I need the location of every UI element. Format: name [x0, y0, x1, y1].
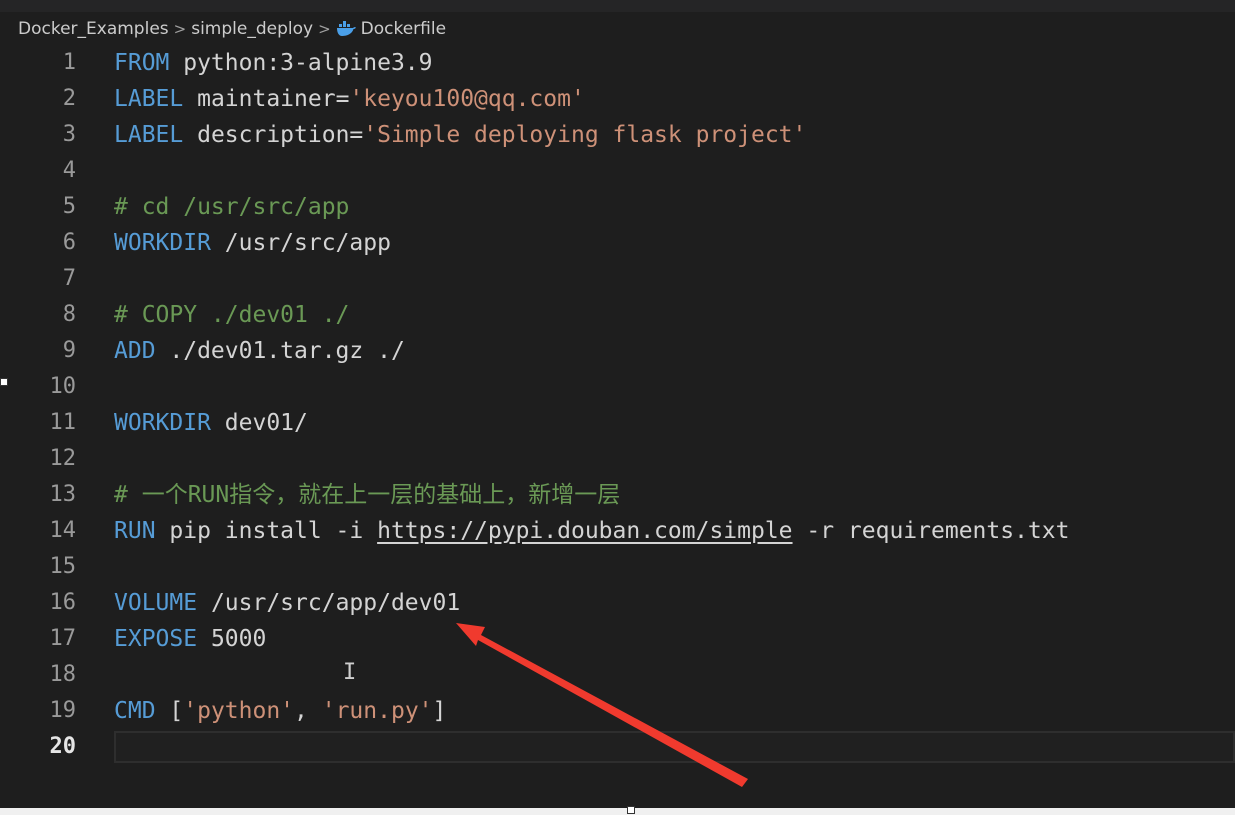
current-line-highlight — [114, 731, 1235, 763]
line-content[interactable]: FROM python:3-alpine3.9 — [114, 45, 433, 81]
line-number: 5 — [62, 194, 76, 219]
text-token: -r requirements.txt — [792, 518, 1070, 544]
breadcrumb-item-folder[interactable]: Docker_Examples — [18, 19, 169, 39]
code-line[interactable]: 14 RUN pip install -i https://pypi.douban… — [0, 513, 1235, 549]
text-token: maintainer= — [183, 86, 350, 112]
line-number: 14 — [49, 518, 77, 543]
code-line[interactable]: 2 LABEL maintainer='keyou100@qq.com' — [0, 81, 1235, 117]
line-number: 12 — [49, 446, 77, 471]
code-line[interactable]: 16 VOLUME /usr/src/app/dev01 — [0, 585, 1235, 621]
text-token: ./dev01.tar.gz ./ — [155, 338, 405, 364]
keyword-token: FROM — [114, 50, 170, 76]
code-line[interactable]: 8 # COPY ./dev01 ./ — [0, 297, 1235, 333]
line-number: 6 — [62, 230, 76, 255]
line-number: 13 — [49, 482, 77, 507]
url-link[interactable]: https://pypi.douban.com/simple — [377, 518, 792, 544]
editor-pane[interactable]: Docker_Examples > simple_deploy > Docker… — [0, 0, 1235, 808]
comment-token: # 一个RUN指令，就在上一层的基础上，新增一层 — [114, 482, 621, 508]
string-token: 'python' — [183, 698, 295, 724]
code-line[interactable]: 10 — [0, 369, 1235, 405]
line-number: 10 — [49, 374, 77, 399]
code-line[interactable]: 20 — [0, 729, 1235, 765]
text-token: dev01/ — [210, 410, 308, 436]
text-token: pip install -i — [155, 518, 378, 544]
line-content[interactable]: # COPY ./dev01 ./ — [114, 297, 349, 333]
breadcrumb-item-file[interactable]: Dockerfile — [361, 19, 446, 39]
line-number: 9 — [62, 338, 76, 363]
tab-bar-strip — [0, 0, 1235, 12]
keyword-token: CMD — [114, 698, 156, 724]
line-content[interactable]: WORKDIR dev01/ — [114, 405, 308, 441]
line-number: 2 — [62, 86, 76, 111]
line-content[interactable]: # cd /usr/src/app — [114, 189, 349, 225]
line-number: 19 — [49, 698, 77, 723]
text-token: 5000 — [197, 626, 267, 652]
line-content[interactable]: LABEL description='Simple deploying flas… — [114, 117, 806, 153]
code-line[interactable]: 15 — [0, 549, 1235, 585]
line-content[interactable]: EXPOSE 5000 — [114, 621, 266, 657]
line-number: 20 — [49, 734, 77, 759]
text-token: /usr/src/app/dev01 — [197, 590, 461, 616]
resize-handle — [0, 378, 8, 386]
string-token: 'Simple deploying flask project' — [363, 122, 807, 148]
code-line[interactable]: 4 — [0, 153, 1235, 189]
line-number: 17 — [49, 626, 77, 651]
text-token: /usr/src/app — [210, 230, 391, 256]
string-token: 'keyou100@qq.com' — [349, 86, 585, 112]
text-token: python:3-alpine3.9 — [169, 50, 433, 76]
line-number: 1 — [62, 50, 76, 75]
code-line[interactable]: 3 LABEL description='Simple deploying fla… — [0, 117, 1235, 153]
line-content[interactable]: ADD ./dev01.tar.gz ./ — [114, 333, 405, 369]
code-area[interactable]: 1 FROM python:3-alpine3.9 2 LABEL maintaine… — [0, 45, 1235, 765]
breadcrumb: Docker_Examples > simple_deploy > Docker… — [18, 17, 446, 41]
line-number: 15 — [49, 554, 77, 579]
text-token: [ — [155, 698, 184, 724]
line-number: 11 — [49, 410, 77, 435]
code-line[interactable]: 1 FROM python:3-alpine3.9 — [0, 45, 1235, 81]
chevron-right-icon: > — [318, 20, 331, 38]
text-token: description= — [183, 122, 364, 148]
keyword-token: RUN — [114, 518, 156, 544]
breadcrumb-item-subfolder[interactable]: simple_deploy — [191, 19, 313, 39]
docker-whale-icon — [336, 21, 356, 37]
keyword-token: ADD — [114, 338, 156, 364]
keyword-token: WORKDIR — [114, 230, 211, 256]
resize-handle — [627, 806, 635, 814]
text-token: , — [294, 698, 322, 724]
line-number: 8 — [62, 302, 76, 327]
keyword-token: WORKDIR — [114, 410, 211, 436]
line-content[interactable]: CMD ['python', 'run.py'] — [114, 693, 446, 729]
code-line[interactable]: 5 # cd /usr/src/app — [0, 189, 1235, 225]
code-line[interactable]: 18 — [0, 657, 1235, 693]
line-number: 3 — [62, 122, 76, 147]
code-line[interactable]: 6 WORKDIR /usr/src/app — [0, 225, 1235, 261]
text-cursor-icon: I — [343, 660, 357, 685]
comment-token: # COPY ./dev01 ./ — [114, 302, 350, 328]
text-token: ] — [432, 698, 447, 724]
chevron-right-icon: > — [173, 20, 187, 38]
line-content[interactable]: VOLUME /usr/src/app/dev01 — [114, 585, 460, 621]
code-line[interactable]: 7 — [0, 261, 1235, 297]
line-number: 7 — [62, 266, 76, 291]
code-line[interactable]: 17 EXPOSE 5000 — [0, 621, 1235, 657]
line-content[interactable]: WORKDIR /usr/src/app — [114, 225, 391, 261]
code-line[interactable]: 13 # 一个RUN指令，就在上一层的基础上，新增一层 — [0, 477, 1235, 513]
line-content[interactable]: LABEL maintainer='keyou100@qq.com' — [114, 81, 585, 117]
line-content[interactable]: # 一个RUN指令，就在上一层的基础上，新增一层 — [114, 477, 620, 513]
keyword-token: LABEL — [114, 122, 184, 148]
comment-token: # cd /usr/src/app — [114, 194, 350, 220]
line-number: 18 — [49, 662, 77, 687]
code-line[interactable]: 19 CMD ['python', 'run.py'] — [0, 693, 1235, 729]
code-line[interactable]: 9 ADD ./dev01.tar.gz ./ — [0, 333, 1235, 369]
string-token: 'run.py' — [321, 698, 433, 724]
line-number: 4 — [62, 158, 76, 183]
code-line[interactable]: 12 — [0, 441, 1235, 477]
keyword-token: LABEL — [114, 86, 184, 112]
line-content[interactable]: RUN pip install -i https://pypi.douban.c… — [114, 513, 1069, 549]
keyword-token: VOLUME — [114, 590, 198, 616]
line-number: 16 — [49, 590, 77, 615]
keyword-token: EXPOSE — [114, 626, 198, 652]
code-line[interactable]: 11 WORKDIR dev01/ — [0, 405, 1235, 441]
